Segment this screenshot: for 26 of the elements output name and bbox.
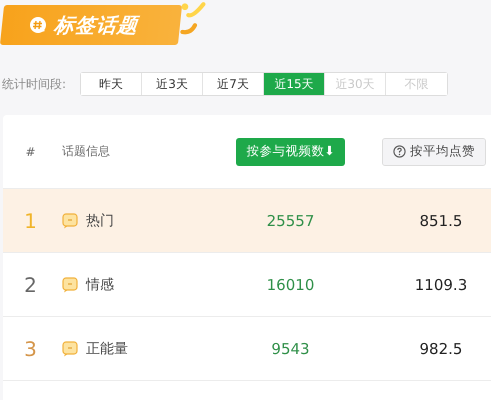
filter-label: 统计时间段: (2, 76, 66, 92)
average-likes: 982.5 (420, 340, 462, 358)
table-row[interactable]: 3 正能量 9543 982.5 (3, 316, 491, 380)
topic-name: 正能量 (86, 340, 128, 358)
average-likes: 851.5 (420, 212, 462, 230)
sort-button[interactable]: 按平均点赞 (382, 138, 486, 166)
period-option[interactable]: 昨天 (81, 73, 142, 95)
topic-name: 热门 (86, 212, 114, 230)
rank-number: 1 (24, 208, 37, 232)
average-likes: 1109.3 (414, 276, 468, 294)
rank-number: 2 (24, 272, 37, 296)
column-header: # (25, 144, 36, 158)
banner-title: 标签话题 (52, 12, 140, 38)
video-count: 9543 (271, 340, 310, 358)
hashtag-bubble-icon (28, 15, 48, 35)
topic-name: 情感 (86, 276, 114, 294)
topic-icon (62, 212, 78, 228)
topic-icon (62, 340, 78, 356)
topic-icon (62, 276, 78, 292)
table-row[interactable]: 1 热门 25557 851.5 (3, 188, 491, 252)
video-count: 25557 (266, 212, 314, 230)
video-count: 16010 (266, 276, 314, 294)
column-header: 话题信息 (62, 143, 110, 160)
rank-number: 3 (24, 336, 37, 360)
help-icon (393, 145, 406, 158)
table-row[interactable]: 2 情感 16010 1109.3 (3, 252, 491, 316)
